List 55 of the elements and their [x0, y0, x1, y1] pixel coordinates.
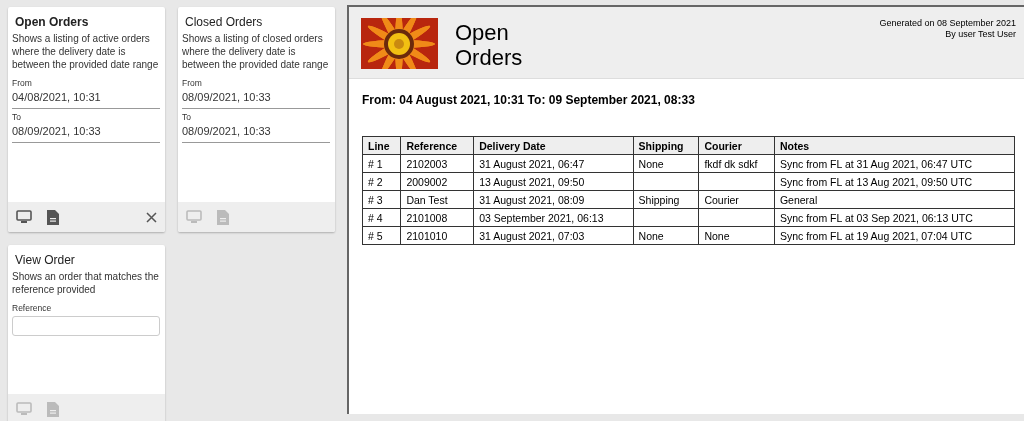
monitor-icon[interactable] [16, 210, 32, 224]
table-cell: Sync from FL at 19 Aug 2021, 07:04 UTC [774, 226, 1015, 245]
card-title: Closed Orders [185, 15, 264, 29]
date-field[interactable]: 08/09/2021, 10:33 [182, 125, 330, 143]
card-description: Shows an order that matches the reference provided [12, 270, 160, 296]
table-cell: 31 August 2021, 06:47 [473, 154, 634, 173]
table-cell: Courier [698, 190, 775, 209]
column-header: Reference [400, 136, 474, 155]
table-cell: None [633, 154, 699, 173]
table-cell: # 5 [362, 226, 401, 245]
table-cell: General [774, 190, 1015, 209]
table-cell: 31 August 2021, 08:09 [473, 190, 634, 209]
table-cell: Dan Test [400, 190, 474, 209]
card-description: Shows a listing of active orders where the delivery date is between the provided date range [12, 32, 160, 71]
report-title: Open Orders [455, 20, 524, 70]
column-header: Line [362, 136, 401, 155]
date-field[interactable]: 08/09/2021, 10:33 [12, 125, 160, 143]
field-label: To [12, 112, 22, 122]
table-cell: Shipping [633, 190, 699, 209]
table-cell: # 2 [362, 172, 401, 191]
table-cell: 31 August 2021, 07:03 [473, 226, 634, 245]
table-cell: fkdf dk sdkf [698, 154, 775, 173]
table-cell: Sync from FL at 13 Aug 2021, 09:50 UTC [774, 172, 1015, 191]
table-cell: # 4 [362, 208, 401, 227]
report-meta: Generated on 08 September 2021 [879, 18, 1016, 29]
close-icon[interactable] [146, 211, 157, 223]
table-cell: 2101010 [400, 226, 474, 245]
card-title: View Order [15, 253, 76, 267]
column-header: Courier [698, 136, 775, 155]
input-field[interactable] [12, 316, 160, 336]
field-label: Reference [12, 303, 53, 313]
table-cell: # 3 [362, 190, 401, 209]
column-header: Delivery Date [473, 136, 634, 155]
date-field[interactable]: 08/09/2021, 10:33 [182, 91, 330, 109]
table-cell: 2009002 [400, 172, 474, 191]
field-label: From [12, 78, 33, 88]
table-cell: 03 September 2021, 06:13 [473, 208, 634, 227]
date-field[interactable]: 04/08/2021, 10:31 [12, 91, 160, 109]
table-cell: # 1 [362, 154, 401, 173]
field-label: To [182, 112, 192, 122]
table-cell: Sync from FL at 03 Sep 2021, 06:13 UTC [774, 208, 1015, 227]
column-header: Notes [774, 136, 1015, 155]
field-label: From [182, 78, 203, 88]
table-cell: 2101008 [400, 208, 474, 227]
table-cell: Sync from FL at 31 Aug 2021, 06:47 UTC [774, 154, 1015, 173]
table-cell: None [698, 226, 775, 245]
report-meta: By user Test User [945, 29, 1016, 40]
date-range: From: 04 August 2021, 10:31 To: 09 September 2021, 08:33 [362, 93, 696, 107]
table-cell: 2102003 [400, 154, 474, 173]
document-icon[interactable] [47, 209, 59, 225]
column-header: Shipping [633, 136, 699, 155]
table-cell: 13 August 2021, 09:50 [473, 172, 634, 191]
card-title: Open Orders [15, 15, 90, 29]
table-cell: None [633, 226, 699, 245]
card-description: Shows a listing of closed orders where the delivery date is between the provided date range [182, 32, 330, 71]
